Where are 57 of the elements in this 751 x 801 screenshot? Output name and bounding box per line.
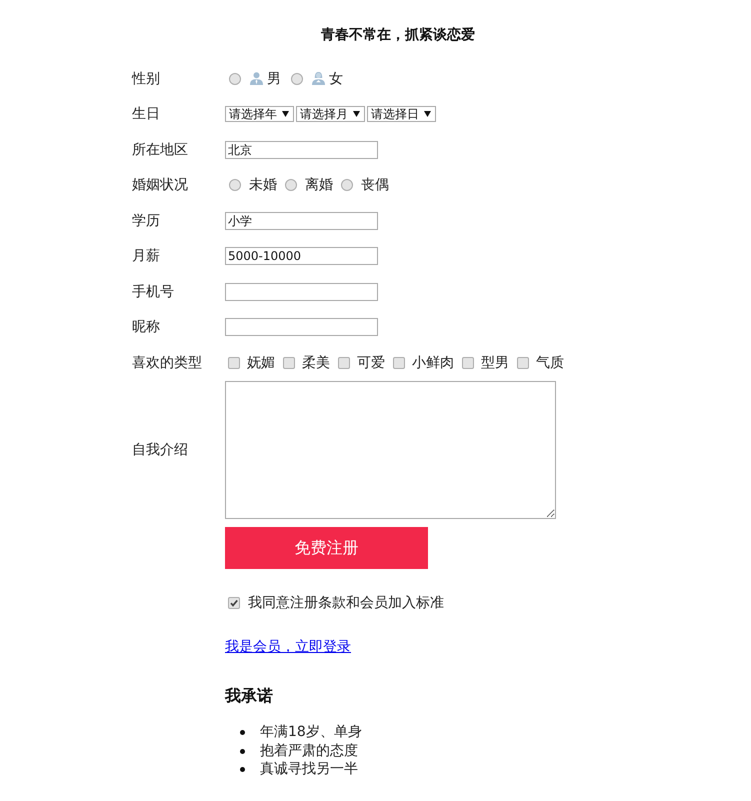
radio-label: 男	[267, 70, 281, 88]
caret-icon	[282, 111, 289, 118]
bullet-icon	[240, 748, 244, 754]
female-user-icon	[312, 72, 325, 86]
field-label: 昵称	[132, 318, 161, 336]
male-user-icon	[250, 72, 263, 86]
checkbox[interactable]	[462, 356, 474, 369]
section-heading: 我承诺	[225, 686, 274, 706]
field-label: 婚姻状况	[132, 176, 189, 194]
field-label: 喜欢的类型	[132, 354, 203, 372]
checkbox[interactable]	[283, 356, 295, 369]
list-item-text: 年满18岁、单身	[260, 723, 362, 742]
page-title: 青春不常在，抓紧谈恋爱	[320, 26, 476, 43]
checkbox-label: 可爱	[357, 354, 385, 372]
radio-label: 女	[329, 70, 343, 88]
dropdown[interactable]: 请选择年	[225, 106, 294, 122]
radio-label: 丧偶	[361, 176, 389, 194]
checkbox[interactable]	[517, 356, 529, 369]
bullet-icon	[240, 767, 244, 772]
text-field[interactable]: 北京	[225, 140, 378, 159]
checkbox-label: 柔美	[302, 354, 330, 372]
register-button[interactable]: 免费注册	[225, 526, 428, 568]
login-link[interactable]: 我是会员，立即登录	[225, 638, 351, 654]
field-label: 自我介绍	[132, 440, 189, 458]
text-field[interactable]: 5000-10000	[225, 247, 378, 266]
checkbox-label: 妩媚	[247, 354, 275, 372]
field-label: 手机号	[132, 282, 175, 301]
text-field[interactable]: 小学	[225, 212, 378, 230]
radio-button[interactable]	[285, 179, 297, 192]
checkbox[interactable]	[228, 356, 240, 369]
radio-button[interactable]	[291, 72, 303, 85]
caret-icon	[353, 111, 360, 118]
list-item-text: 真诚寻找另一半	[260, 760, 358, 779]
checkbox[interactable]	[228, 596, 240, 608]
radio-button[interactable]	[229, 72, 241, 85]
text-field[interactable]	[225, 282, 378, 301]
text-field[interactable]	[225, 318, 378, 336]
field-label: 性别	[132, 70, 161, 88]
dropdown[interactable]: 请选择月	[296, 106, 365, 122]
dropdown[interactable]: 请选择日	[367, 106, 436, 122]
checkbox-label: 我同意注册条款和会员加入标准	[248, 594, 444, 612]
list-item-text: 抱着严肃的态度	[260, 742, 358, 760]
radio-button[interactable]	[341, 179, 353, 192]
field-label: 生日	[132, 105, 161, 124]
checkbox[interactable]	[393, 356, 405, 369]
radio-label: 未婚	[249, 176, 277, 194]
radio-label: 离婚	[305, 176, 333, 194]
checkbox-label: 型男	[481, 354, 509, 372]
bullet-icon	[240, 730, 244, 735]
checkbox-label: 气质	[536, 354, 564, 372]
checkbox[interactable]	[338, 356, 350, 369]
checkbox-label: 小鲜肉	[412, 354, 454, 372]
caret-icon	[424, 111, 431, 118]
field-label: 学历	[132, 212, 161, 230]
field-label: 所在地区	[132, 140, 189, 159]
radio-button[interactable]	[229, 179, 241, 192]
field-label: 月薪	[132, 247, 161, 266]
